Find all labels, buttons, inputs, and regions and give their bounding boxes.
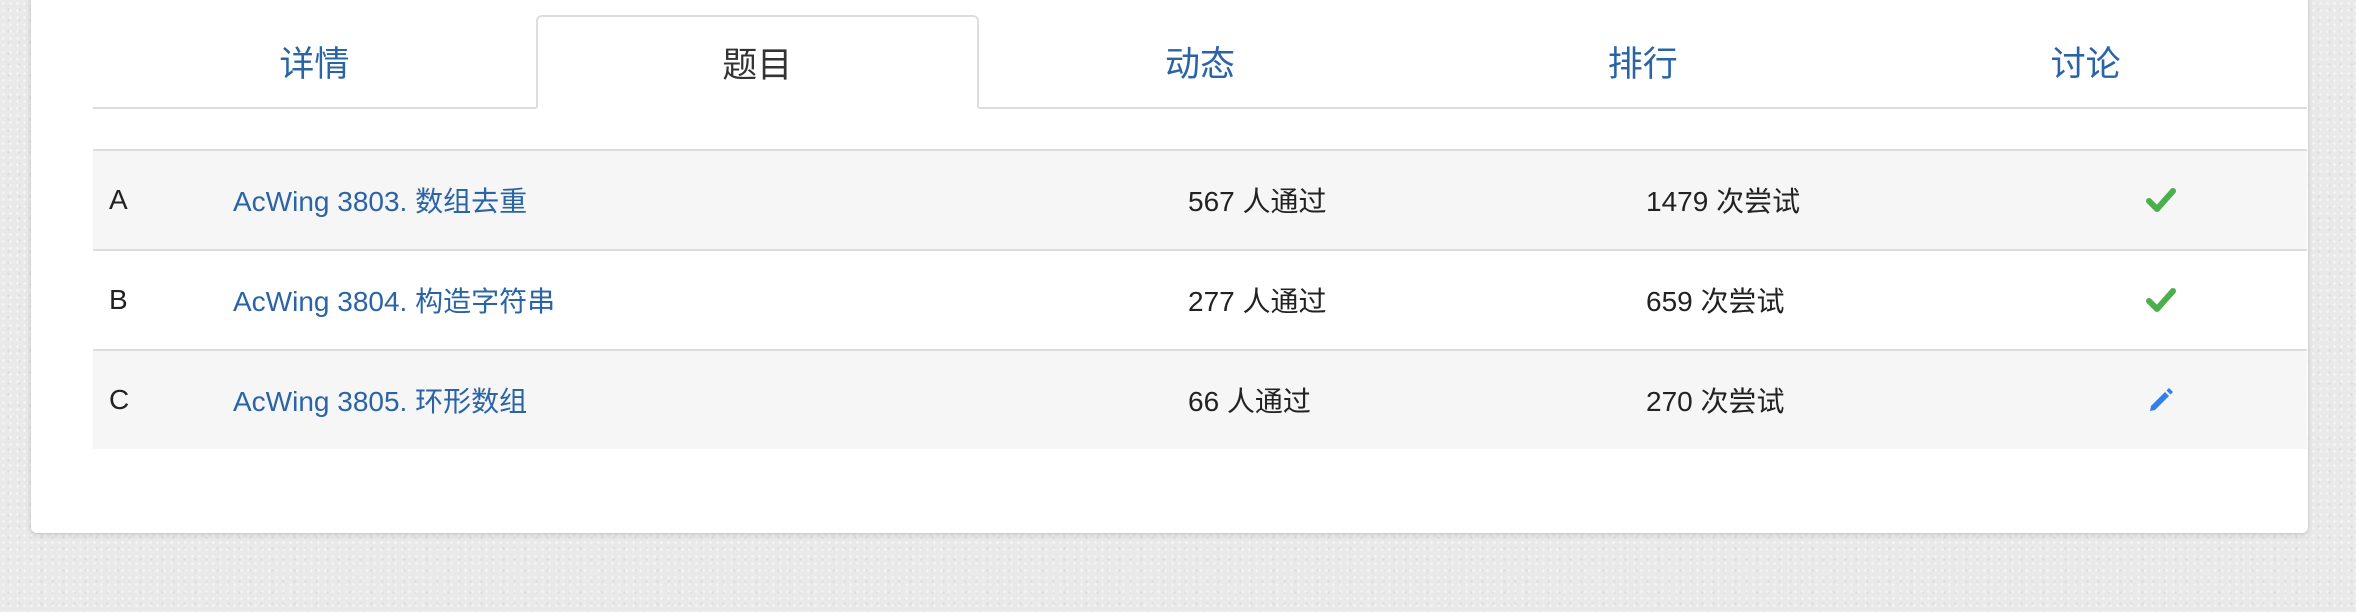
tab-activity[interactable]: 动态 — [979, 15, 1422, 107]
passed-count: 66 人通过 — [1188, 386, 1311, 417]
table-row: A AcWing 3803. 数组去重 567 人通过 1479 次尝试 — [93, 151, 2307, 249]
passed-count: 277 人通过 — [1188, 286, 1327, 317]
table-row: B AcWing 3804. 构造字符串 277 人通过 659 次尝试 — [93, 249, 2307, 349]
attempt-count: 270 次尝试 — [1646, 386, 1785, 417]
problem-letter: A — [109, 184, 128, 215]
status-cell — [2146, 285, 2307, 315]
attempt-count: 659 次尝试 — [1646, 286, 1785, 317]
passed-count: 567 人通过 — [1188, 186, 1327, 217]
problem-table: A AcWing 3803. 数组去重 567 人通过 1479 次尝试 B A… — [93, 149, 2307, 449]
contest-panel: 详情 题目 动态 排行 讨论 A AcWing 3803. 数组去重 567 人… — [31, 0, 2308, 533]
tab-discussion[interactable]: 讨论 — [1864, 15, 2307, 107]
problem-title-link[interactable]: AcWing 3805. 环形数组 — [233, 380, 1188, 420]
checkmark-icon — [2146, 185, 2176, 215]
tab-details[interactable]: 详情 — [93, 15, 536, 107]
tab-ranking[interactable]: 排行 — [1421, 15, 1864, 107]
status-cell — [2146, 185, 2307, 215]
problem-title-link[interactable]: AcWing 3804. 构造字符串 — [233, 280, 1188, 320]
attempt-count: 1479 次尝试 — [1646, 186, 1801, 217]
pencil-icon[interactable] — [2146, 385, 2176, 415]
problem-letter: C — [109, 384, 130, 415]
problem-title-link[interactable]: AcWing 3803. 数组去重 — [233, 180, 1188, 220]
tab-problems[interactable]: 题目 — [535, 15, 979, 109]
problem-letter: B — [109, 284, 128, 315]
contest-tabs: 详情 题目 动态 排行 讨论 — [93, 15, 2307, 109]
status-cell — [2146, 385, 2307, 415]
checkmark-icon — [2146, 285, 2176, 315]
table-row: C AcWing 3805. 环形数组 66 人通过 270 次尝试 — [93, 349, 2307, 449]
